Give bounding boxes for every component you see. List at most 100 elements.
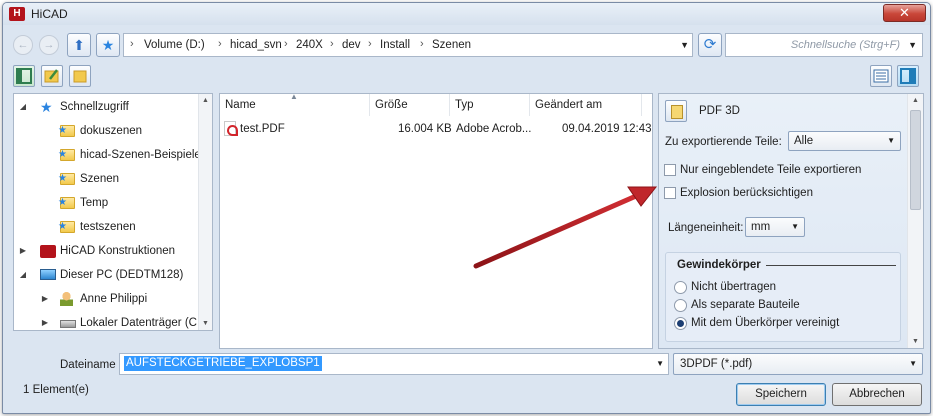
folder-edit-button[interactable] <box>41 65 63 87</box>
sort-ascending-icon: ▲ <box>290 93 298 101</box>
folder-icon: ★ <box>58 125 75 137</box>
filetype-select[interactable]: 3DPDF (*.pdf) ▼ <box>673 353 923 375</box>
details-view-icon <box>873 69 889 83</box>
user-icon <box>60 292 73 306</box>
refresh-icon[interactable]: ⟳ <box>698 33 722 57</box>
hicad-logo-icon: H <box>9 7 25 21</box>
scroll-up-arrow-icon[interactable]: ▲ <box>199 97 212 104</box>
radio-merge-with-body[interactable] <box>674 317 687 330</box>
file-name: test.PDF <box>240 123 285 135</box>
panel-title: PDF 3D <box>699 105 740 117</box>
search-input[interactable]: Schnellsuche (Strg+F) ▼ <box>725 33 923 57</box>
column-header-type[interactable]: Typ <box>450 94 530 116</box>
breadcrumb-hicad-svn[interactable]: hicad_svn <box>230 39 282 51</box>
chevron-right-icon[interactable]: ▶ <box>18 242 28 260</box>
layout-panel-icon <box>16 68 32 84</box>
title-bar[interactable]: H HiCAD ✕ <box>3 3 930 25</box>
scroll-up-arrow-icon[interactable]: ▲ <box>908 97 923 104</box>
chevron-down-icon: ▼ <box>791 222 799 231</box>
breadcrumb-240x[interactable]: 240X <box>296 39 323 51</box>
chevron-down-icon[interactable]: ◢ <box>18 98 28 116</box>
scroll-down-arrow-icon[interactable]: ▼ <box>199 320 212 327</box>
cancel-button[interactable]: Abbrechen <box>832 383 922 406</box>
pdf3d-icon[interactable] <box>665 100 687 122</box>
close-button[interactable]: ✕ <box>883 4 926 22</box>
divider <box>766 265 896 266</box>
details-view-button[interactable] <box>870 65 892 87</box>
parts-select[interactable]: Alle ▼ <box>788 131 901 151</box>
filetype-value: 3DPDF (*.pdf) <box>680 358 753 370</box>
star-icon: ★ <box>40 99 53 115</box>
pin-star-icon: ★ <box>58 197 67 208</box>
file-modified: 09.04.2019 12:43 <box>562 123 652 135</box>
file-size: 16.004 KB <box>398 123 452 135</box>
hicad-icon <box>40 245 56 258</box>
column-header-size[interactable]: Größe <box>370 94 450 116</box>
tree-item-label: Anne Philippi <box>80 293 148 305</box>
breadcrumb-dev[interactable]: dev <box>342 39 361 51</box>
pin-star-icon: ★ <box>58 149 67 160</box>
navigation-toolbar: ← → ⬆ ★ › Volume (D:) › hicad_svn › 240X… <box>3 29 930 63</box>
breadcrumb-install[interactable]: Install <box>380 39 410 51</box>
back-arrow-icon[interactable]: ← <box>13 35 33 55</box>
breadcrumb-szenen[interactable]: Szenen <box>432 39 471 51</box>
address-bar[interactable]: › Volume (D:) › hicad_svn › 240X › dev ›… <box>123 33 693 57</box>
filename-input[interactable]: AUFSTECKGETRIEBE_EXPLOBSP1 ▼ <box>119 353 669 375</box>
folder-icon: ★ <box>58 221 75 233</box>
pin-star-icon: ★ <box>58 173 67 184</box>
file-type: Adobe Acrob... <box>456 123 532 135</box>
panel-scrollbar[interactable]: ▲ ▼ <box>907 94 923 348</box>
thread-body-group: Gewindekörper Nicht übertragen Als separ… <box>665 252 901 342</box>
tree-item-label: HiCAD Konstruktionen <box>60 245 176 257</box>
explosion-label: Explosion berücksichtigen <box>680 187 813 199</box>
chevron-right-icon[interactable]: › <box>130 38 134 50</box>
radio-label: Nicht übertragen <box>691 281 777 293</box>
save-button[interactable]: Speichern <box>736 383 826 406</box>
chevron-right-icon[interactable]: › <box>330 38 334 50</box>
navigation-tree[interactable]: ◢ ★ Schnellzugriff ★ dokuszenen ★ hicad-… <box>13 93 213 331</box>
chevron-right-icon[interactable]: ▶ <box>40 314 50 330</box>
pdf3d-options-panel: PDF 3D Zu exportierende Teile: Alle ▼ Nu… <box>658 93 924 349</box>
scroll-down-arrow-icon[interactable]: ▼ <box>908 338 923 345</box>
parts-label: Zu exportierende Teile: <box>665 136 782 148</box>
radio-not-transfer[interactable] <box>674 281 687 294</box>
column-header-modified[interactable]: Geändert am <box>530 94 642 116</box>
tree-item-label: testszenen <box>80 221 136 233</box>
chevron-down-icon[interactable]: ▼ <box>908 40 917 50</box>
chevron-right-icon[interactable]: › <box>218 38 222 50</box>
breadcrumb-volume[interactable]: Volume (D:) <box>144 39 205 51</box>
visible-only-checkbox[interactable] <box>664 164 676 176</box>
chevron-down-icon[interactable]: ▼ <box>680 40 689 50</box>
chevron-down-icon: ▼ <box>887 136 895 145</box>
up-arrow-icon[interactable]: ⬆ <box>67 33 91 57</box>
tree-scrollbar[interactable]: ▲ ▼ <box>198 94 212 330</box>
drive-icon <box>60 320 76 328</box>
tree-item-label: Dieser PC (DEDTM128) <box>60 269 184 281</box>
chevron-down-icon[interactable]: ▼ <box>656 359 664 368</box>
quick-access-star-icon[interactable]: ★ <box>96 33 120 57</box>
radio-label: Als separate Bauteile <box>691 299 800 311</box>
tree-item-label: dokuszenen <box>80 125 143 137</box>
preview-pane-button[interactable] <box>897 65 919 87</box>
chevron-right-icon[interactable]: ▶ <box>40 290 50 308</box>
folder-icon: ★ <box>58 173 75 185</box>
chevron-down-icon[interactable]: ◢ <box>18 266 28 284</box>
window-title: HiCAD <box>31 7 68 21</box>
radio-separate-parts[interactable] <box>674 299 687 312</box>
chevron-right-icon[interactable]: › <box>420 38 424 50</box>
chevron-right-icon[interactable]: › <box>284 38 288 50</box>
chevron-right-icon[interactable]: › <box>368 38 372 50</box>
scroll-thumb[interactable] <box>910 110 921 210</box>
folder-icon: ★ <box>58 149 75 161</box>
new-folder-button[interactable] <box>69 65 91 87</box>
search-placeholder: Schnellsuche (Strg+F) <box>790 39 900 51</box>
file-list[interactable]: Name ▲ Größe Typ Geändert am test.PDF 16… <box>219 93 653 349</box>
visible-only-label: Nur eingeblendete Teile exportieren <box>680 164 862 176</box>
forward-arrow-icon[interactable]: → <box>39 35 59 55</box>
layout-panel-button[interactable] <box>13 65 35 87</box>
explosion-checkbox[interactable] <box>664 187 676 199</box>
unit-select[interactable]: mm ▼ <box>745 217 805 237</box>
column-header-name[interactable]: Name ▲ <box>220 94 370 116</box>
new-folder-icon <box>73 70 87 83</box>
radio-label: Mit dem Überkörper vereinigt <box>691 317 840 329</box>
